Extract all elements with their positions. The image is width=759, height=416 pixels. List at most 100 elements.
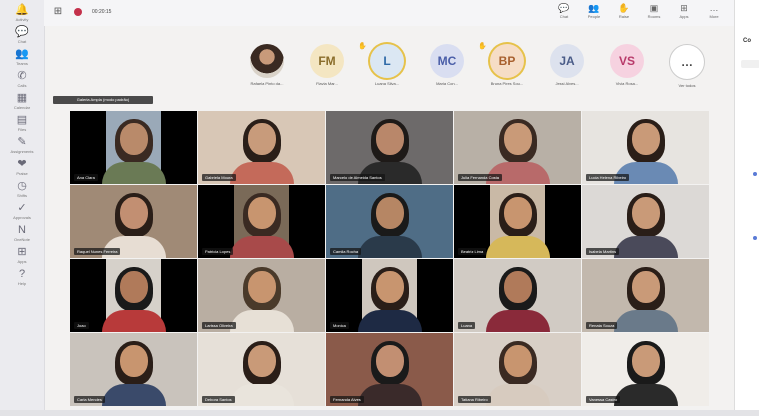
video-tile[interactable]: Gabriela Moura bbox=[198, 111, 325, 184]
panel-search[interactable] bbox=[741, 60, 759, 68]
participant-avatar[interactable]: Rafaela Pinto da... bbox=[240, 44, 294, 94]
participant-avatar[interactable]: MC Maria Con... bbox=[420, 44, 474, 94]
participant-name-tag: Joao bbox=[74, 322, 89, 329]
raised-hand-icon: ✋ bbox=[358, 43, 367, 50]
participant-avatar[interactable]: L ✋ Luana Silva... bbox=[358, 43, 414, 94]
teams-icon: 👥 bbox=[15, 48, 29, 60]
video-tile[interactable]: Marcelo de Almeida Santos bbox=[326, 111, 453, 184]
video-tile[interactable]: Camila Rocha bbox=[326, 185, 453, 258]
participant-video-face bbox=[503, 123, 532, 155]
participant-name-tag: Monica bbox=[330, 322, 349, 329]
chat-icon: 💬 bbox=[558, 3, 570, 13]
rail-label: Apps bbox=[17, 259, 27, 264]
rail-label: Shifts bbox=[16, 193, 27, 198]
assignment-icon: ✎ bbox=[17, 136, 27, 148]
participant-video-body bbox=[357, 384, 422, 406]
rooms-icon: ▣ bbox=[649, 3, 659, 13]
video-tile[interactable]: Julia Fernanda Costa bbox=[454, 111, 581, 184]
participant-name-tag: Debora Santos bbox=[202, 396, 235, 403]
raised-hand-icon: ✋ bbox=[478, 43, 487, 50]
toolbar-button[interactable]: ✋ Raise bbox=[610, 3, 638, 20]
toolbar-button[interactable]: ⊞ Apps bbox=[670, 3, 698, 20]
participant-avatar[interactable]: VS Vivia Rosa... bbox=[600, 44, 654, 94]
shifts-icon: ◷ bbox=[17, 180, 27, 192]
video-tile[interactable]: Lucia Helena Ribeiro bbox=[582, 111, 709, 184]
participant-video-body bbox=[101, 310, 166, 332]
status-dot-icon bbox=[753, 236, 757, 240]
raise-hand-icon: ✋ bbox=[618, 3, 630, 13]
toolbar-label: Apps bbox=[679, 14, 689, 19]
help-icon: ? bbox=[18, 268, 26, 280]
rail-label: Praise bbox=[16, 171, 28, 176]
toolbar-button[interactable]: ▣ Rooms bbox=[640, 3, 668, 20]
video-grid: Ana Clara Gabriela Moura Marcelo de Alme… bbox=[70, 111, 709, 407]
video-tile[interactable]: Luana bbox=[454, 259, 581, 332]
participant-name-tag: Lucia Helena Ribeiro bbox=[586, 174, 630, 181]
participant-name-tag: Luana bbox=[458, 322, 476, 329]
video-tile[interactable]: Carla Mendes bbox=[70, 333, 197, 406]
recording-icon bbox=[74, 8, 82, 16]
rail-label: Help bbox=[17, 281, 27, 286]
apps-icon: ⊞ bbox=[17, 246, 27, 258]
participant-name-tag: Gabriela Moura bbox=[202, 174, 236, 181]
participant-avatar[interactable]: … Ver todos bbox=[660, 44, 714, 94]
avatar-initials: JA bbox=[550, 44, 584, 78]
toolbar-button[interactable]: … More bbox=[700, 3, 728, 20]
participant-name-tag: Beatriz Lima bbox=[458, 248, 487, 255]
meeting-toolbar: ⊞ 00:20:15 💬 Chat 👥 People ✋ Raise ▣ Rooms ⊞… bbox=[44, 0, 734, 26]
video-tile[interactable]: Debora Santos bbox=[198, 333, 325, 406]
participant-video-face bbox=[631, 345, 660, 377]
toolbar-button[interactable]: 👥 People bbox=[580, 3, 608, 20]
participant-video-face bbox=[375, 345, 404, 377]
participant-video-face bbox=[375, 271, 404, 303]
participant-name-tag: Raquel Nunes Ferreira bbox=[74, 248, 121, 255]
participant-video-face bbox=[375, 123, 404, 155]
video-tile[interactable]: Ana Clara bbox=[70, 111, 197, 184]
participant-video-face bbox=[631, 123, 660, 155]
participant-name-tag: Renata Souza bbox=[586, 322, 618, 329]
right-panel: Co bbox=[734, 0, 759, 416]
teams-meeting-window: 🔔 Activity 💬 Chat 👥 Teams ✆ Calls ▦ Calendar… bbox=[0, 0, 759, 416]
video-tile[interactable]: Joao bbox=[70, 259, 197, 332]
video-tile[interactable]: Beatriz Lima bbox=[454, 185, 581, 258]
participant-video-body bbox=[229, 384, 294, 406]
grid-icon[interactable]: ⊞ bbox=[52, 6, 64, 18]
participant-avatar[interactable]: FM Flavia Mar... bbox=[300, 44, 354, 94]
toolbar-button[interactable]: 💬 Chat bbox=[550, 3, 578, 20]
avatar-initials: … bbox=[669, 44, 705, 80]
participant-video-face bbox=[375, 197, 404, 229]
participant-video-face bbox=[247, 271, 276, 303]
video-tile[interactable]: Tatiana Ribeiro bbox=[454, 333, 581, 406]
toolbar-label: People bbox=[587, 14, 601, 19]
people-icon: 👥 bbox=[588, 3, 600, 13]
video-tile[interactable]: Isabela Martins bbox=[582, 185, 709, 258]
participant-video-body bbox=[613, 384, 678, 406]
toolbar-label: More bbox=[709, 14, 719, 19]
more-icon: … bbox=[709, 3, 719, 13]
file-icon: ▤ bbox=[16, 114, 28, 126]
rail-item[interactable]: ? Help bbox=[4, 268, 40, 294]
participant-name-tag: Tatiana Ribeiro bbox=[458, 396, 491, 403]
participant-name: Jessi Alves... bbox=[555, 81, 579, 86]
video-tile[interactable]: Patricia Lopes bbox=[198, 185, 325, 258]
participant-video-face bbox=[631, 197, 660, 229]
participant-video-body bbox=[101, 384, 166, 406]
onenote-icon: N bbox=[18, 224, 26, 236]
video-tile[interactable]: Raquel Nunes Ferreira bbox=[70, 185, 197, 258]
video-tile[interactable]: Monica bbox=[326, 259, 453, 332]
participant-video-face bbox=[503, 271, 532, 303]
participant-video-face bbox=[247, 197, 276, 229]
participant-video-face bbox=[119, 123, 148, 155]
video-tile[interactable]: Renata Souza bbox=[582, 259, 709, 332]
participant-video-body bbox=[485, 384, 550, 406]
participant-name-tag: Larissa Oliveira bbox=[202, 322, 236, 329]
video-tile[interactable]: Vanessa Castro bbox=[582, 333, 709, 406]
video-tile[interactable]: Larissa Oliveira bbox=[198, 259, 325, 332]
participant-name: Flavia Mar... bbox=[316, 81, 338, 86]
video-tile[interactable]: Fernanda Alves bbox=[326, 333, 453, 406]
participant-avatar[interactable]: JA Jessi Alves... bbox=[540, 44, 594, 94]
participant-avatar[interactable]: BP ✋ Bruna Pires Sou... bbox=[478, 43, 534, 94]
participant-name-tag: Julia Fernanda Costa bbox=[458, 174, 503, 181]
participant-video-body bbox=[485, 236, 550, 258]
toolbar-label: Rooms bbox=[647, 14, 661, 19]
